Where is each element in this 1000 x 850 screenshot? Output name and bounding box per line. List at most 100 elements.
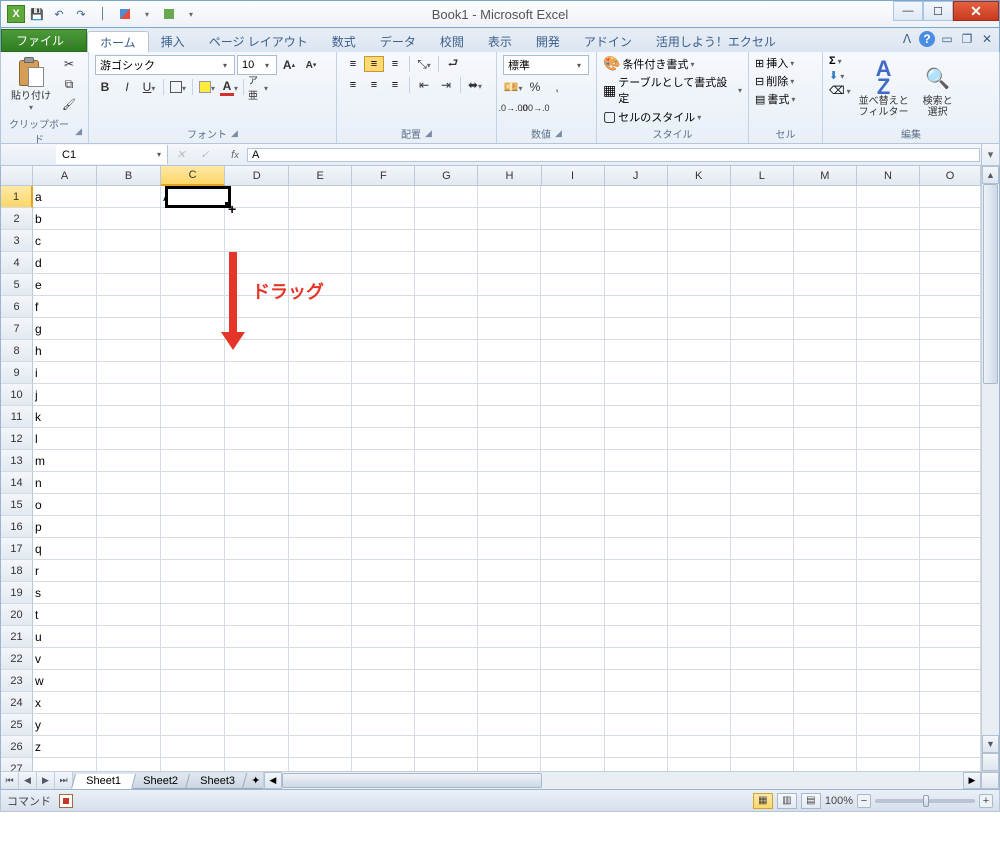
cell[interactable]	[920, 230, 981, 251]
cell[interactable]	[920, 648, 981, 669]
cell[interactable]	[731, 472, 794, 493]
cell[interactable]	[731, 384, 794, 405]
cell[interactable]: z	[33, 736, 97, 757]
zoom-thumb[interactable]	[923, 795, 929, 807]
cell[interactable]	[668, 516, 731, 537]
insert-cells-button[interactable]: ⊞挿入	[755, 55, 816, 71]
cell[interactable]	[605, 692, 668, 713]
accounting-button[interactable]: 💴	[503, 78, 523, 96]
cell[interactable]	[161, 362, 225, 383]
ribbon-tab-4[interactable]: データ	[368, 30, 428, 52]
find-select-button[interactable]: 検索と 選択	[917, 55, 959, 125]
cell[interactable]	[352, 516, 415, 537]
cell[interactable]	[478, 296, 541, 317]
zoom-slider[interactable]	[875, 799, 975, 803]
cell[interactable]	[478, 186, 541, 207]
horizontal-scrollbar[interactable]: ◀ ▶	[263, 772, 999, 789]
sheet-tab[interactable]: Sheet2	[128, 774, 193, 789]
cell[interactable]	[478, 582, 541, 603]
italic-button[interactable]: I	[117, 78, 137, 96]
cell[interactable]	[161, 318, 225, 339]
conditional-formatting-button[interactable]: 🎨条件付き書式	[603, 55, 742, 72]
border-button[interactable]	[168, 78, 188, 96]
cell[interactable]	[605, 252, 668, 273]
cell[interactable]	[668, 538, 731, 559]
wrap-text-button[interactable]: ⮐	[443, 55, 463, 73]
cell[interactable]	[161, 296, 225, 317]
cell[interactable]	[541, 340, 604, 361]
cell[interactable]	[794, 230, 857, 251]
cell[interactable]	[920, 472, 981, 493]
comma-button[interactable]: ,	[547, 78, 567, 96]
cell[interactable]	[668, 318, 731, 339]
cell[interactable]	[352, 538, 415, 559]
cell[interactable]	[352, 670, 415, 691]
cell[interactable]	[415, 318, 478, 339]
cell[interactable]	[541, 648, 604, 669]
cell[interactable]	[415, 516, 478, 537]
cell[interactable]	[605, 560, 668, 581]
cell[interactable]	[794, 736, 857, 757]
row-header[interactable]: 2	[1, 208, 33, 230]
cell[interactable]	[289, 560, 352, 581]
sheet-nav-last-button[interactable]: ⏭	[55, 772, 73, 789]
cell[interactable]	[605, 582, 668, 603]
cell[interactable]	[605, 362, 668, 383]
cell[interactable]	[478, 428, 541, 449]
cell[interactable]	[352, 450, 415, 471]
cell[interactable]	[920, 450, 981, 471]
cell[interactable]	[605, 274, 668, 295]
cell[interactable]	[97, 626, 161, 647]
cell[interactable]	[794, 472, 857, 493]
cell[interactable]: i	[33, 362, 97, 383]
cell[interactable]	[225, 626, 289, 647]
cell[interactable]	[668, 670, 731, 691]
align-top-button[interactable]: ≡	[343, 56, 363, 72]
cell[interactable]	[668, 384, 731, 405]
cell[interactable]	[415, 340, 478, 361]
cell[interactable]	[478, 516, 541, 537]
cell[interactable]	[541, 230, 604, 251]
cell[interactable]	[478, 692, 541, 713]
cell[interactable]	[857, 648, 920, 669]
cell[interactable]	[794, 714, 857, 735]
cell[interactable]	[97, 208, 161, 229]
cell[interactable]	[920, 692, 981, 713]
cell[interactable]	[352, 186, 415, 207]
row-header[interactable]: 21	[1, 626, 33, 648]
cell[interactable]	[541, 274, 604, 295]
cell[interactable]	[857, 208, 920, 229]
cell[interactable]	[668, 362, 731, 383]
cell[interactable]	[541, 538, 604, 559]
cell[interactable]	[731, 428, 794, 449]
cell[interactable]	[857, 296, 920, 317]
cell[interactable]: p	[33, 516, 97, 537]
redo-button[interactable]: ↷	[71, 4, 91, 24]
qat-dropdown-2[interactable]	[181, 4, 201, 24]
cell[interactable]	[161, 670, 225, 691]
cell[interactable]	[161, 208, 225, 229]
row-header[interactable]: 17	[1, 538, 33, 560]
ribbon-tab-0[interactable]: ホーム	[87, 31, 149, 53]
cell[interactable]	[478, 362, 541, 383]
cell[interactable]	[352, 406, 415, 427]
cell[interactable]	[794, 340, 857, 361]
page-break-view-button[interactable]: ▤	[801, 793, 821, 809]
row-header[interactable]: 22	[1, 648, 33, 670]
sheet-nav-prev-button[interactable]: ◀	[19, 772, 37, 789]
ribbon-tab-5[interactable]: 校閲	[428, 30, 476, 52]
cell[interactable]	[605, 428, 668, 449]
cell[interactable]	[478, 406, 541, 427]
cell[interactable]	[541, 582, 604, 603]
cell[interactable]	[352, 582, 415, 603]
ribbon-tab-2[interactable]: ページ レイアウト	[197, 30, 320, 52]
cell[interactable]	[225, 230, 289, 251]
font-name-combo[interactable]: 游ゴシック▾	[95, 55, 235, 75]
select-all-button[interactable]	[1, 166, 33, 186]
cell[interactable]	[920, 736, 981, 757]
cell[interactable]	[857, 428, 920, 449]
fx-icon[interactable]: fx	[223, 149, 247, 161]
cell[interactable]	[920, 340, 981, 361]
cell[interactable]: e	[33, 274, 97, 295]
cell[interactable]	[352, 362, 415, 383]
